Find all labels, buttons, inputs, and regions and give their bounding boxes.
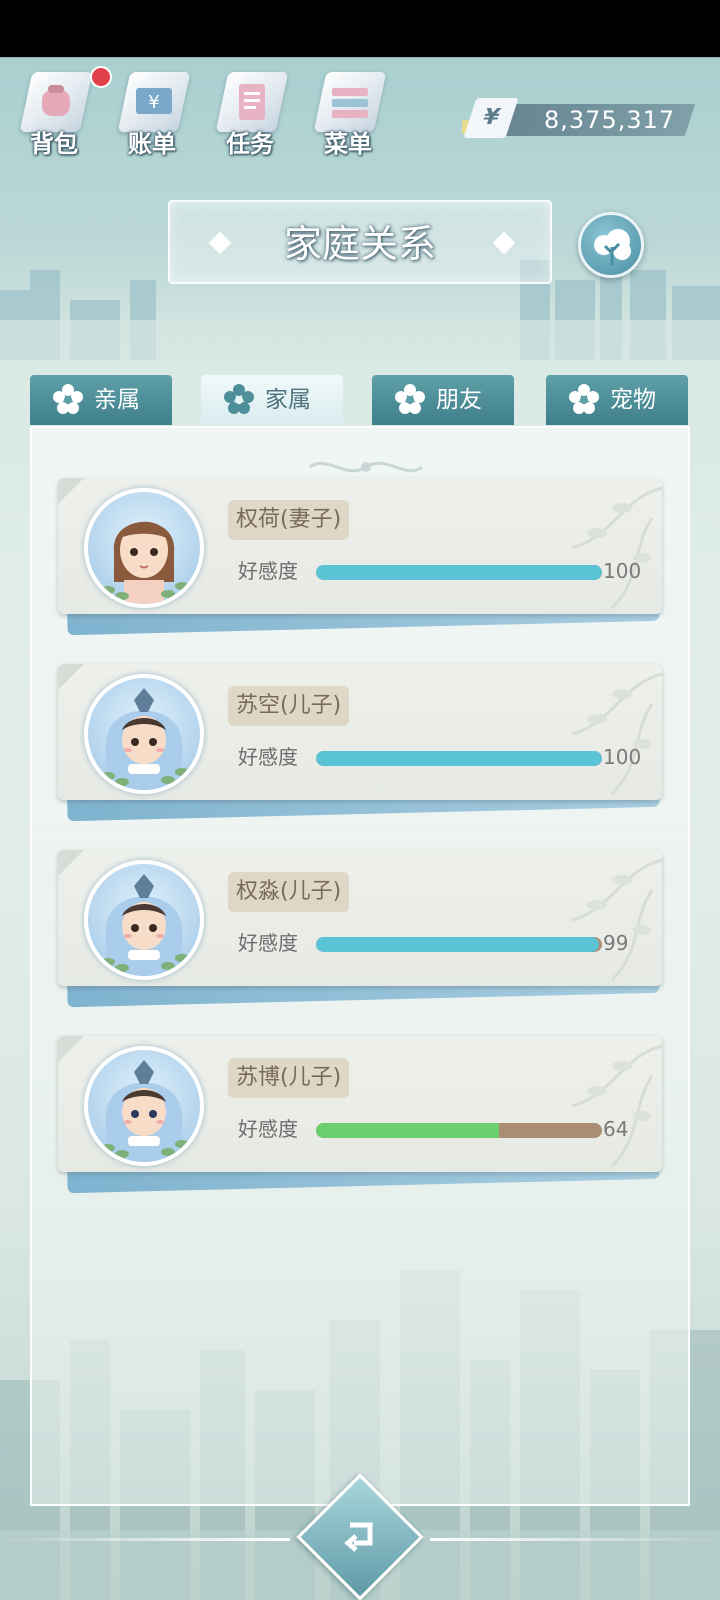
- card-front: 苏博(儿子) 好感度 64: [58, 1036, 662, 1172]
- bill-icon: ¥: [117, 72, 191, 132]
- backpack-icon: [19, 72, 93, 132]
- tab-family-label: 家属: [265, 387, 311, 413]
- member-card[interactable]: 权荷(妻子) 好感度 100: [58, 478, 666, 636]
- family-tree-button[interactable]: [578, 212, 644, 278]
- backpack-label: 背包: [30, 130, 78, 158]
- flower-icon: [569, 384, 599, 414]
- task-icon: [215, 72, 289, 132]
- favor-bar-fill: [316, 751, 602, 766]
- favor-value: 99: [603, 931, 629, 955]
- tab-family[interactable]: 家属: [201, 375, 343, 425]
- tab-relatives-label: 亲属: [94, 387, 140, 413]
- member-name: 权淼(儿子): [228, 872, 350, 912]
- menu-label: 菜单: [324, 130, 372, 158]
- card-front: 权淼(儿子) 好感度 99: [58, 850, 662, 986]
- favor-bar-fill: [316, 565, 602, 580]
- back-line-right: [430, 1538, 720, 1541]
- task-button[interactable]: 任务: [204, 66, 296, 162]
- money-amount: 8,375,317: [544, 106, 676, 134]
- status-bar: [0, 0, 720, 57]
- son-avatar: [84, 674, 204, 794]
- panel-ornament: [309, 461, 423, 473]
- member-card[interactable]: 权淼(儿子) 好感度 99: [58, 850, 666, 1008]
- tab-pets[interactable]: 宠物: [546, 375, 688, 425]
- favor-value: 100: [603, 559, 642, 583]
- favor-value: 64: [603, 1117, 629, 1141]
- favor-bar: [316, 751, 602, 766]
- card-front: 苏空(儿子) 好感度 100: [58, 664, 662, 800]
- flower-icon: [224, 384, 254, 414]
- favor-label: 好感度: [238, 745, 298, 769]
- leaf-decoration-icon: [571, 1044, 662, 1168]
- tab-relatives[interactable]: 亲属: [30, 375, 172, 425]
- leaf-decoration-icon: [571, 858, 662, 982]
- son-avatar: [84, 860, 204, 980]
- menu-button[interactable]: 菜单: [302, 66, 394, 162]
- member-name: 权荷(妻子): [228, 500, 350, 540]
- favor-bar: [316, 937, 602, 952]
- bill-label: 账单: [128, 130, 176, 158]
- member-name: 苏博(儿子): [228, 1058, 350, 1098]
- favor-bar-fill: [316, 937, 600, 952]
- favor-bar-fill: [316, 1123, 500, 1138]
- son-avatar: [84, 1046, 204, 1166]
- favor-bar: [316, 565, 602, 580]
- return-arrow-icon: [344, 1522, 373, 1552]
- back-line-left: [0, 1538, 290, 1541]
- card-front: 权荷(妻子) 好感度 100: [58, 478, 662, 614]
- tab-friends[interactable]: 朋友: [372, 375, 514, 425]
- member-card[interactable]: 苏空(儿子) 好感度 100: [58, 664, 666, 822]
- favor-label: 好感度: [238, 1117, 298, 1141]
- task-label: 任务: [226, 130, 274, 158]
- leaf-decoration-icon: [571, 486, 662, 610]
- flower-icon: [395, 384, 425, 414]
- favor-label: 好感度: [238, 559, 298, 583]
- favor-value: 100: [603, 745, 642, 769]
- tab-friends-label: 朋友: [436, 387, 482, 413]
- favor-label: 好感度: [238, 931, 298, 955]
- svg-text:¥: ¥: [148, 92, 159, 113]
- backpack-button[interactable]: 背包: [8, 66, 100, 162]
- tab-pets-label: 宠物: [610, 387, 656, 413]
- leaf-decoration-icon: [571, 672, 662, 796]
- menu-icon: [313, 72, 387, 132]
- money-display: ¥ 8,375,317: [462, 98, 696, 138]
- favor-bar: [316, 1123, 602, 1138]
- wife-avatar: [84, 488, 204, 608]
- family-tree-icon: [594, 229, 631, 265]
- flower-icon: [53, 384, 83, 414]
- member-name: 苏空(儿子): [228, 686, 350, 726]
- member-card[interactable]: 苏博(儿子) 好感度 64: [58, 1036, 666, 1194]
- page-title-frame: 家庭关系: [168, 200, 552, 284]
- bill-button[interactable]: ¥ 账单: [106, 66, 198, 162]
